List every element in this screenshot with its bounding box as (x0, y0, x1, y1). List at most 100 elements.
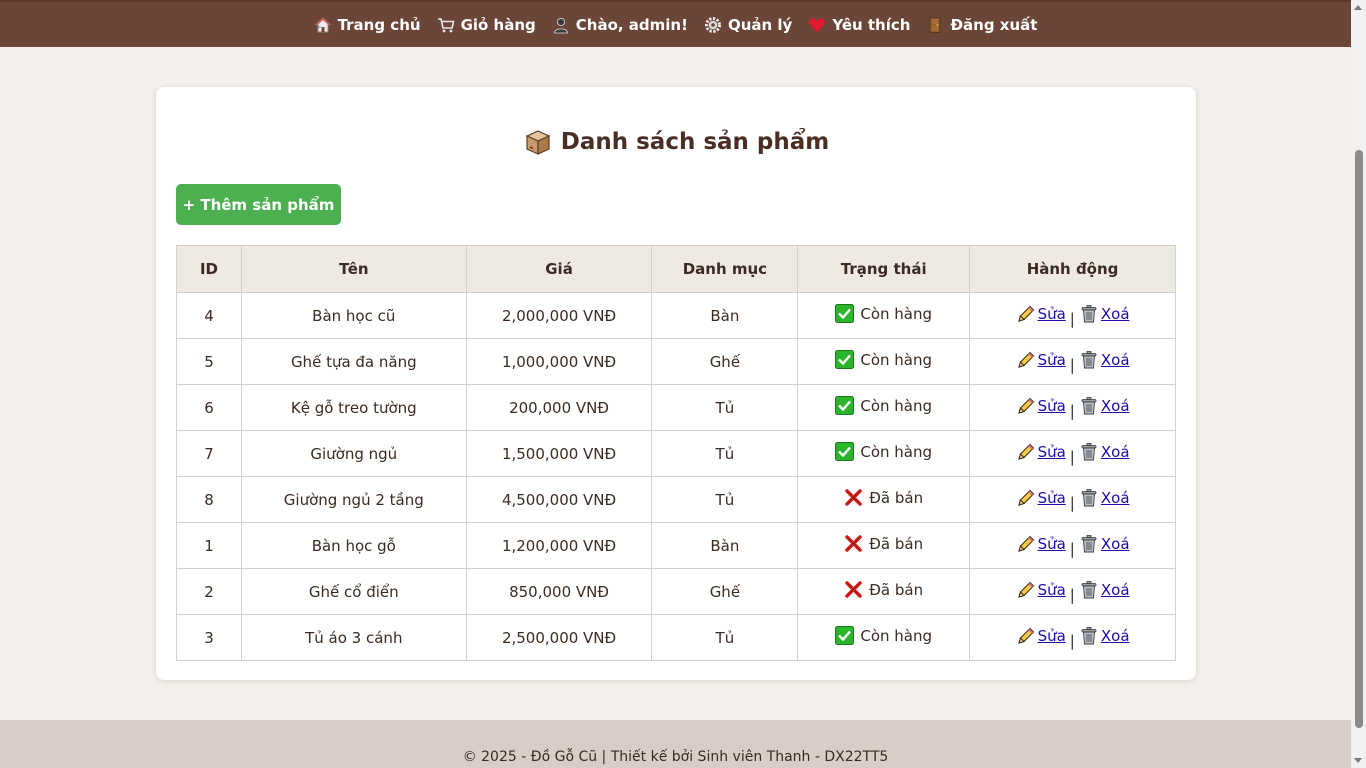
nav-home-link[interactable]: Trang chủ (314, 16, 421, 34)
nav-favorites-label: Yêu thích (832, 15, 911, 34)
action-separator: | (1069, 401, 1075, 420)
pencil-icon (1016, 626, 1036, 646)
heart-icon (808, 16, 826, 34)
delete-link[interactable]: Xoá (1079, 442, 1130, 462)
cell-name: Bàn học gỗ (240, 522, 467, 569)
cell-name: Bàn học cũ (240, 292, 467, 339)
status-text: Đã bán (869, 534, 924, 553)
edit-link[interactable]: Sửa (1016, 580, 1066, 600)
cell-id: 8 (176, 476, 242, 523)
table-row: 7 Giường ngủ 1,500,000 VNĐ Tủ Còn hàng Sửa | Xo… (176, 430, 1176, 477)
add-product-button[interactable]: + Thêm sản phẩm (176, 184, 341, 225)
action-separator: | (1069, 585, 1075, 604)
status-badge: Còn hàng (835, 304, 932, 323)
nav-manage-link[interactable]: Quản lý (704, 16, 792, 34)
delete-label: Xoá (1100, 626, 1130, 645)
cell-category: Tủ (651, 614, 799, 661)
column-header-actions: Hành động (969, 245, 1176, 293)
edit-label: Sửa (1037, 396, 1066, 415)
nav-logout-link[interactable]: Đăng xuất (926, 16, 1037, 34)
cross-icon (844, 580, 863, 599)
delete-link[interactable]: Xoá (1079, 626, 1130, 646)
action-separator: | (1069, 309, 1075, 328)
edit-link[interactable]: Sửa (1016, 488, 1066, 508)
pencil-icon (1016, 442, 1036, 462)
table-row: 3 Tủ áo 3 cánh 2,500,000 VNĐ Tủ Còn hàng Sửa |… (176, 614, 1176, 661)
cell-price: 1,000,000 VNĐ (465, 338, 653, 385)
check-icon (835, 304, 855, 323)
cell-id: 1 (176, 522, 242, 569)
edit-link[interactable]: Sửa (1016, 442, 1066, 462)
check-icon (835, 626, 855, 645)
status-badge: Còn hàng (835, 396, 932, 415)
delete-link[interactable]: Xoá (1079, 580, 1130, 600)
action-separator: | (1069, 493, 1075, 512)
page-scrollbar[interactable] (1351, 0, 1366, 768)
nav-cart-label: Giỏ hàng (460, 15, 536, 34)
delete-link[interactable]: Xoá (1079, 534, 1130, 554)
nav-user-label: Chào, admin! (575, 15, 688, 34)
page-footer: © 2025 - Đồ Gỗ Cũ | Thiết kế bởi Sinh vi… (0, 720, 1351, 768)
delete-link[interactable]: Xoá (1079, 350, 1130, 370)
cell-actions: Sửa | Xoá (969, 338, 1176, 385)
cell-category: Tủ (651, 384, 799, 431)
column-header-price: Giá (465, 245, 653, 293)
cell-id: 3 (176, 614, 242, 661)
edit-link[interactable]: Sửa (1016, 626, 1066, 646)
edit-label: Sửa (1037, 534, 1066, 553)
pencil-icon (1016, 488, 1036, 508)
cell-category: Bàn (651, 292, 799, 339)
edit-link[interactable]: Sửa (1016, 534, 1066, 554)
cell-actions: Sửa | Xoá (969, 384, 1176, 431)
check-icon (835, 396, 855, 415)
edit-label: Sửa (1037, 442, 1066, 461)
check-icon (835, 442, 855, 461)
column-header-id: ID (176, 245, 242, 293)
delete-label: Xoá (1100, 304, 1130, 323)
edit-link[interactable]: Sửa (1016, 350, 1066, 370)
status-text: Còn hàng (860, 626, 933, 645)
edit-label: Sửa (1037, 350, 1066, 369)
cell-actions: Sửa | Xoá (969, 430, 1176, 477)
status-badge: Đã bán (844, 534, 923, 553)
trash-icon (1079, 304, 1099, 324)
cell-price: 4,500,000 VNĐ (465, 476, 653, 523)
top-navbar: Trang chủ Giỏ hàng Chào, admin! Quản lý … (0, 0, 1351, 47)
trash-icon (1079, 396, 1099, 416)
status-badge: Đã bán (844, 488, 923, 507)
table-row: 4 Bàn học cũ 2,000,000 VNĐ Bàn Còn hàng Sửa | X… (176, 292, 1176, 339)
nav-favorites-link[interactable]: Yêu thích (808, 16, 910, 34)
cell-status: Đã bán (797, 476, 971, 523)
delete-link[interactable]: Xoá (1079, 488, 1130, 508)
delete-label: Xoá (1100, 488, 1130, 507)
edit-link[interactable]: Sửa (1016, 396, 1066, 416)
delete-link[interactable]: Xoá (1079, 304, 1130, 324)
action-separator: | (1069, 539, 1075, 558)
page-title-text: Danh sách sản phẩm (560, 129, 830, 155)
nav-cart-link[interactable]: Giỏ hàng (437, 16, 536, 34)
cell-status: Còn hàng (797, 614, 971, 661)
cell-actions: Sửa | Xoá (969, 292, 1176, 339)
status-text: Còn hàng (860, 442, 933, 461)
cell-price: 1,500,000 VNĐ (465, 430, 653, 477)
scroll-up-arrow-icon[interactable] (1354, 5, 1362, 10)
cross-icon (844, 534, 863, 553)
cell-id: 2 (176, 568, 242, 615)
table-header-row: ID Tên Giá Danh mục Trạng thái Hành động (176, 245, 1176, 293)
status-text: Đã bán (869, 580, 924, 599)
status-badge: Còn hàng (835, 350, 932, 369)
edit-link[interactable]: Sửa (1016, 304, 1066, 324)
nav-user-link[interactable]: Chào, admin! (552, 16, 688, 34)
cell-name: Kệ gỗ treo tường (240, 384, 467, 431)
cell-id: 4 (176, 292, 242, 339)
cell-actions: Sửa | Xoá (969, 522, 1176, 569)
cell-name: Tủ áo 3 cánh (240, 614, 467, 661)
status-badge: Đã bán (844, 580, 923, 599)
table-row: 1 Bàn học gỗ 1,200,000 VNĐ Bàn Đã bán Sửa | Xoá (176, 522, 1176, 569)
cell-status: Còn hàng (797, 338, 971, 385)
delete-link[interactable]: Xoá (1079, 396, 1130, 416)
action-separator: | (1069, 447, 1075, 466)
scrollbar-thumb[interactable] (1355, 150, 1363, 728)
column-header-status: Trạng thái (797, 245, 971, 293)
scroll-down-arrow-icon[interactable] (1354, 758, 1362, 763)
